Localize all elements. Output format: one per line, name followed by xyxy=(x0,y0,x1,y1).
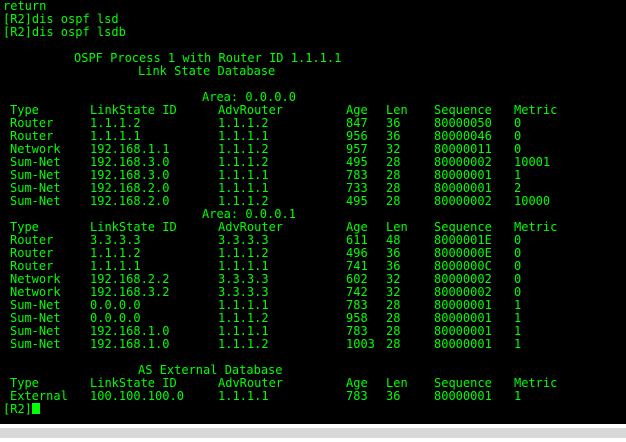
scrollbar-track[interactable] xyxy=(0,428,626,438)
horizontal-scrollbar[interactable] xyxy=(0,424,626,442)
lsdb-subtitle: Link State Database xyxy=(138,64,276,78)
table-cell: 192.168.1.0 xyxy=(90,337,170,351)
table-cell: Sum-Net xyxy=(10,337,61,351)
cursor-block xyxy=(31,403,40,414)
prompt-label: [R2] xyxy=(3,402,32,416)
table-cell: 192.168.2.0 xyxy=(90,194,170,208)
terminal-window[interactable]: return [R2]dis ospf lsd [R2]dis ospf lsd… xyxy=(0,0,626,424)
terminal-line: [R2]dis ospf lsdb xyxy=(0,26,626,39)
command-line: [R2]dis ospf lsdb xyxy=(3,25,126,39)
table-cell: 1 xyxy=(514,337,522,351)
table-row: Sum-Net 192.168.2.0 1.1.1.2 495 28 80000002 10… xyxy=(0,195,626,208)
terminal-line: OSPF Process 1 with Router ID 1.1.1.1 xyxy=(0,52,626,65)
table-cell: 783 xyxy=(346,389,368,403)
table-cell: 10000 xyxy=(514,194,551,208)
prompt-text: [R2] xyxy=(3,403,40,416)
table-cell: 495 xyxy=(346,194,368,208)
table-cell: 28 xyxy=(386,337,401,351)
table-row: External 100.100.100.0 1.1.1.1 783 36 8000000… xyxy=(0,390,626,403)
table-cell: 36 xyxy=(386,389,401,403)
table-cell: 80000001 xyxy=(434,389,492,403)
table-row: Sum-Net 192.168.1.0 1.1.1.2 1003 28 80000001 1 xyxy=(0,338,626,351)
table-cell: 28 xyxy=(386,194,401,208)
table-cell: 100.100.100.0 xyxy=(90,389,184,403)
terminal-line: Link State Database xyxy=(0,65,626,78)
table-cell: 1.1.1.2 xyxy=(218,337,269,351)
table-cell: 1.1.1.1 xyxy=(218,389,269,403)
table-cell: 1003 xyxy=(346,337,375,351)
lsdb-output: Area: 0.0.0.0 Type LinkState ID AdvRouter Ag… xyxy=(0,91,626,403)
table-cell: Sum-Net xyxy=(10,194,61,208)
table-cell: 80000001 xyxy=(434,337,492,351)
table-cell: 80000002 xyxy=(434,194,492,208)
terminal-prompt-line[interactable]: [R2] xyxy=(0,403,626,416)
table-cell: 1 xyxy=(514,389,522,403)
